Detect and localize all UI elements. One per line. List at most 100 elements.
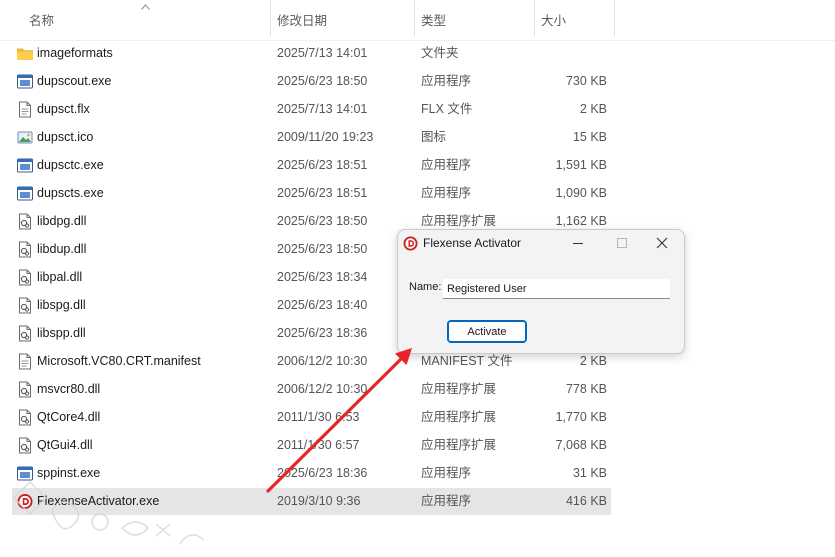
dll-icon (16, 241, 34, 258)
dll-icon (16, 381, 34, 398)
file-row[interactable]: dupscts.exe 2025/6/23 18:51 应用程序 1,090 KB (12, 180, 611, 207)
file-type: 文件夹 (421, 46, 459, 60)
file-modified-date: 2009/11/20 19:23 (277, 130, 374, 144)
file-size: 1,770 KB (555, 410, 607, 424)
file-name: Microsoft.VC80.CRT.manifest (37, 354, 201, 368)
dialog-titlebar[interactable]: Flexense Activator (398, 230, 684, 256)
file-size: 416 KB (565, 494, 607, 508)
file-row[interactable]: sppinst.exe 2025/6/23 18:36 应用程序 31 KB (12, 460, 611, 487)
file-size: 1,090 KB (555, 186, 607, 200)
maximize-icon (617, 238, 627, 248)
document-icon (16, 353, 34, 370)
file-size: 31 KB (572, 466, 607, 480)
dll-icon (16, 297, 34, 314)
file-name: sppinst.exe (37, 466, 101, 480)
dll-icon (16, 409, 34, 426)
file-size: 7,068 KB (555, 438, 607, 452)
exe-icon (16, 465, 34, 482)
dialog-title: Flexense Activator (423, 236, 522, 250)
file-name: libdpg.dll (37, 214, 87, 228)
file-name: QtGui4.dll (37, 438, 93, 452)
maximize-button[interactable] (602, 230, 642, 256)
file-name: dupsctc.exe (37, 158, 104, 172)
file-row[interactable]: dupsct.flx 2025/7/13 14:01 FLX 文件 2 KB (12, 96, 611, 123)
close-button[interactable] (642, 230, 682, 256)
file-row[interactable]: dupsct.ico 2009/11/20 19:23 图标 15 KB (12, 124, 611, 151)
file-modified-date: 2025/6/23 18:36 (277, 466, 368, 480)
file-type: 应用程序 (421, 74, 472, 88)
activate-button[interactable]: Activate (447, 320, 527, 343)
file-type: 应用程序 (421, 186, 472, 200)
minimize-icon (573, 243, 583, 244)
activator-dialog: Flexense Activator Name: Activate (397, 229, 685, 354)
file-size: 1,591 KB (555, 158, 607, 172)
file-size: 2 KB (579, 102, 607, 116)
document-icon (16, 101, 34, 118)
file-modified-date: 2011/1/30 6:57 (277, 438, 360, 452)
file-modified-date: 2011/1/30 6:53 (277, 410, 360, 424)
column-header-date[interactable]: 修改日期 (270, 0, 414, 40)
column-header-size[interactable]: 大小 (534, 0, 614, 40)
file-modified-date: 2025/6/23 18:40 (277, 298, 368, 312)
dll-icon (16, 269, 34, 286)
file-modified-date: 2025/7/13 14:01 (277, 102, 368, 116)
folder-icon (16, 45, 34, 62)
dll-icon (16, 325, 34, 342)
file-name: dupscout.exe (37, 74, 112, 88)
column-header-name[interactable]: 名称 (22, 0, 270, 40)
file-modified-date: 2025/6/23 18:50 (277, 74, 368, 88)
file-name: libspp.dll (37, 326, 86, 340)
activator-app-icon (403, 236, 418, 251)
file-modified-date: 2019/3/10 9:36 (277, 494, 361, 508)
file-name: imageformats (37, 46, 113, 60)
file-modified-date: 2006/12/2 10:30 (277, 382, 368, 396)
file-name: dupsct.ico (37, 130, 94, 144)
file-size (480, 40, 607, 67)
column-header-type[interactable]: 类型 (414, 0, 534, 40)
activator-app-icon (16, 493, 34, 510)
dll-icon (16, 437, 34, 454)
file-type: 应用程序 (421, 158, 472, 172)
file-name: dupscts.exe (37, 186, 104, 200)
file-modified-date: 2025/6/23 18:51 (277, 158, 368, 172)
close-icon (656, 237, 668, 249)
column-divider[interactable] (614, 0, 615, 36)
file-name: dupsct.flx (37, 102, 90, 116)
file-type: FLX 文件 (421, 102, 473, 116)
file-type: 图标 (421, 130, 447, 144)
file-type: 应用程序 (421, 466, 472, 480)
file-type: 应用程序 (421, 494, 472, 508)
file-name: msvcr80.dll (37, 382, 101, 396)
file-row[interactable]: QtGui4.dll 2011/1/30 6:57 应用程序扩展 7,068 KB (12, 432, 611, 459)
file-name: QtCore4.dll (37, 410, 101, 424)
file-row[interactable]: QtCore4.dll 2011/1/30 6:53 应用程序扩展 1,770 KB (12, 404, 611, 431)
file-modified-date: 2025/6/23 18:34 (277, 270, 368, 284)
column-header-row: 名称 修改日期 类型 大小 (0, 0, 835, 41)
exe-icon (16, 157, 34, 174)
dll-icon (16, 213, 34, 230)
file-modified-date: 2025/6/23 18:36 (277, 326, 368, 340)
file-size: 15 KB (572, 130, 607, 144)
name-label: Name: (409, 281, 442, 293)
file-modified-date: 2025/6/23 18:51 (277, 186, 368, 200)
file-row[interactable]: msvcr80.dll 2006/12/2 10:30 应用程序扩展 778 KB (12, 376, 611, 403)
file-name: libspg.dll (37, 298, 86, 312)
minimize-button[interactable] (558, 230, 598, 256)
file-modified-date: 2025/7/13 14:01 (277, 46, 368, 60)
exe-icon (16, 73, 34, 90)
file-modified-date: 2025/6/23 18:50 (277, 214, 368, 228)
file-name: libdup.dll (37, 242, 87, 256)
file-modified-date: 2025/6/23 18:50 (277, 242, 368, 256)
file-modified-date: 2006/12/2 10:30 (277, 354, 368, 368)
file-row[interactable]: imageformats 2025/7/13 14:01 文件夹 (12, 40, 611, 67)
exe-icon (16, 185, 34, 202)
file-size: 778 KB (565, 382, 607, 396)
file-row[interactable]: dupscout.exe 2025/6/23 18:50 应用程序 730 KB (12, 68, 611, 95)
name-input[interactable] (443, 279, 670, 299)
file-row[interactable]: FlexenseActivator.exe 2019/3/10 9:36 应用程序 4… (12, 488, 611, 515)
image-file-icon (16, 129, 34, 146)
file-size: 730 KB (565, 74, 607, 88)
file-row[interactable]: dupsctc.exe 2025/6/23 18:51 应用程序 1,591 KB (12, 152, 611, 179)
file-name: libpal.dll (37, 270, 83, 284)
file-name: FlexenseActivator.exe (37, 494, 160, 508)
